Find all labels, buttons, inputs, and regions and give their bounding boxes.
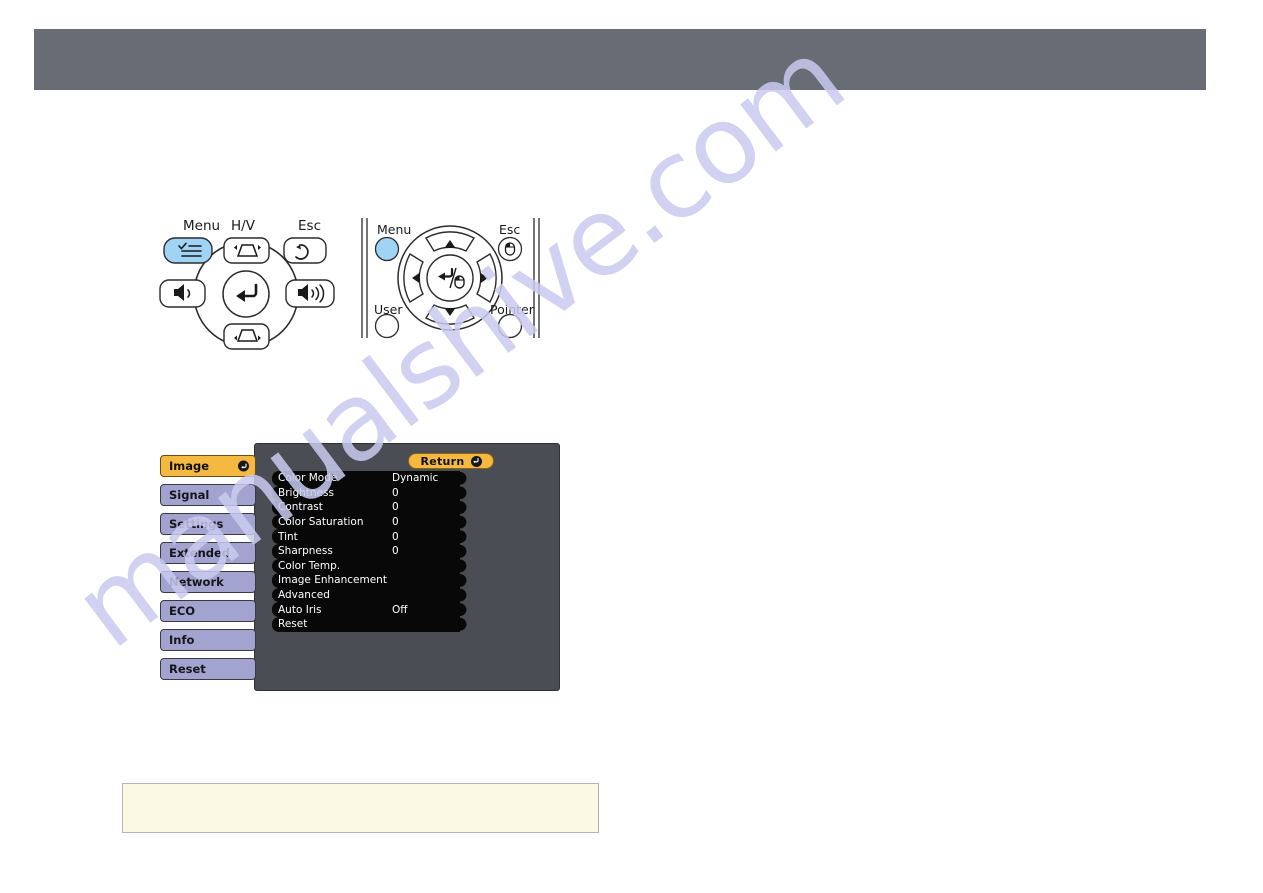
osd-settings-list: Color Mode Dynamic Brightness 0 Contrast… (272, 471, 469, 632)
osd-row-tint[interactable]: Tint 0 (272, 529, 460, 544)
volume-down-button[interactable] (159, 279, 206, 308)
osd-row-value: Off (392, 603, 408, 616)
remote-esc-button[interactable] (497, 236, 523, 262)
sidebar-item-settings[interactable]: Settings (160, 513, 256, 535)
osd-row-image-enhancement[interactable]: Image Enhancement (272, 573, 460, 588)
sidebar-item-image[interactable]: Image (160, 455, 256, 477)
osd-list-scalloped-edge (460, 471, 469, 632)
osd-row-auto-iris[interactable]: Auto Iris Off (272, 602, 460, 617)
osd-row-contrast[interactable]: Contrast 0 (272, 500, 460, 515)
esc-label: Esc (298, 218, 321, 234)
keystone-down-button[interactable] (223, 323, 270, 350)
osd-row-label: Color Mode (278, 472, 338, 485)
remote-up-button[interactable] (425, 231, 475, 252)
hv-label: H/V (231, 218, 256, 234)
remote-right-button[interactable] (476, 253, 497, 303)
osd-row-value: Dynamic (392, 472, 439, 485)
note-text (123, 784, 598, 800)
remote-user-button[interactable] (374, 313, 400, 339)
remote-left-button[interactable] (403, 253, 424, 303)
remote-pointer-button[interactable] (497, 313, 523, 339)
sidebar-item-signal[interactable]: Signal (160, 484, 256, 506)
sidebar-item-reset[interactable]: Reset (160, 658, 256, 680)
sidebar-item-label: Reset (169, 662, 206, 676)
remote-menu-label: Menu (377, 222, 411, 237)
osd-row-label: Auto Iris (278, 603, 322, 616)
osd-row-label: Color Temp. (278, 559, 341, 572)
osd-row-label: Sharpness (278, 545, 333, 558)
sidebar-item-network[interactable]: Network (160, 571, 256, 593)
osd-row-label: Color Saturation (278, 516, 364, 529)
osd-row-value: 0 (392, 516, 399, 529)
sidebar-item-label: Network (169, 575, 224, 589)
remote-menu-button[interactable] (374, 236, 400, 262)
osd-row-label: Tint (278, 530, 298, 543)
volume-up-button[interactable] (285, 279, 335, 308)
sidebar-item-label: ECO (169, 604, 196, 618)
control-panel-diagram: Menu H/V Esc (159, 218, 335, 350)
enter-icon (238, 460, 249, 472)
osd-row-brightness[interactable]: Brightness 0 (272, 485, 460, 501)
page-header-band (34, 29, 1206, 90)
osd-row-color-saturation[interactable]: Color Saturation 0 (272, 514, 460, 530)
enter-button[interactable] (222, 270, 270, 318)
control-diagrams-figure: Menu H/V Esc Menu Esc User Pointer (150, 212, 580, 372)
sidebar-item-eco[interactable]: ECO (160, 600, 256, 622)
note-callout-box (122, 783, 599, 833)
sidebar-item-label: Info (169, 633, 195, 647)
osd-row-value: 0 (392, 530, 399, 543)
projector-osd-figure: Image Signal Settings Extended Network E… (160, 443, 560, 691)
osd-row-label: Reset (278, 618, 308, 631)
sidebar-item-label: Settings (169, 517, 224, 531)
menu-button[interactable] (163, 237, 213, 264)
osd-row-advanced[interactable]: Advanced (272, 587, 460, 603)
keystone-up-button[interactable] (223, 237, 270, 264)
return-button-label: Return (420, 454, 465, 468)
sidebar-item-extended[interactable]: Extended (160, 542, 256, 564)
osd-row-value: 0 (392, 545, 399, 558)
osd-row-reset[interactable]: Reset (272, 616, 460, 632)
remote-down-button[interactable] (425, 304, 475, 325)
enter-icon (470, 455, 482, 467)
sidebar-item-label: Extended (169, 546, 231, 560)
osd-row-color-mode[interactable]: Color Mode Dynamic (272, 471, 460, 486)
osd-row-label: Brightness (278, 486, 334, 499)
remote-enter-button[interactable] (426, 254, 474, 302)
osd-row-label: Contrast (278, 501, 323, 514)
esc-button[interactable] (283, 237, 327, 264)
remote-esc-label: Esc (499, 222, 520, 237)
remote-control-diagram: Menu Esc User Pointer (361, 218, 540, 339)
return-button[interactable]: Return (408, 453, 494, 469)
osd-row-sharpness[interactable]: Sharpness 0 (272, 543, 460, 559)
sidebar-item-info[interactable]: Info (160, 629, 256, 651)
osd-row-value: 0 (392, 501, 399, 514)
osd-row-label: Advanced (278, 589, 330, 602)
osd-sidebar: Image Signal Settings Extended Network E… (160, 455, 256, 687)
osd-row-color-temp[interactable]: Color Temp. (272, 558, 460, 574)
osd-row-value: 0 (392, 486, 399, 499)
menu-label: Menu (183, 218, 220, 234)
sidebar-item-label: Signal (169, 488, 210, 502)
sidebar-item-label: Image (169, 459, 210, 473)
osd-row-label: Image Enhancement (278, 574, 387, 587)
